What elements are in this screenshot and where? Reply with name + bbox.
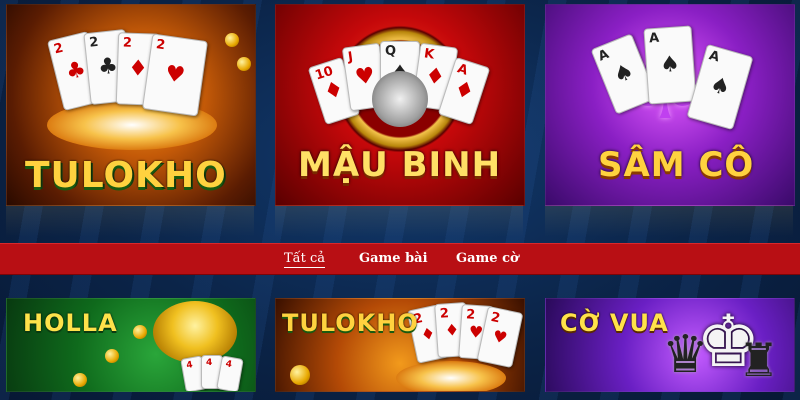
dragon-emblem-icon [372, 71, 428, 127]
coin-icon [225, 33, 239, 47]
game-title: TULOKHO [282, 309, 419, 337]
coin-icon [290, 365, 310, 385]
playing-card-icon: 2 ♥ [141, 33, 209, 117]
chess-rook-icon: ♜ [738, 333, 780, 387]
game-title: CỜ VUA [560, 309, 669, 337]
tile-reflection [275, 205, 523, 237]
coin-icon [105, 349, 119, 363]
tab-card-games[interactable]: Game bài [359, 251, 428, 266]
playing-card-icon: A ♠ [643, 25, 697, 105]
category-filter-bar: Tất cả Game bài Game cờ [0, 243, 800, 275]
gold-pot-icon [153, 301, 237, 363]
game-tile-sam-co[interactable]: ♠ A♠ A♠ A♠ SÂM CÔ [545, 4, 795, 206]
poker-chip-icon [396, 361, 506, 391]
coin-icon [237, 57, 251, 71]
game-tile-mau-binh[interactable]: 10♦ J♥ Q♠ K♦ A♦ MẬU BINH [275, 4, 525, 206]
game-tile-co-vua[interactable]: ♚ ♛ ♜ CỜ VUA [545, 298, 795, 392]
coin-icon [73, 373, 87, 387]
game-title: SÂM CÔ [598, 145, 755, 185]
tile-reflection [6, 205, 254, 237]
game-title: MẬU BINH [298, 145, 502, 185]
game-title: HOLLA [23, 309, 118, 337]
tile-reflection [545, 205, 793, 237]
tab-all[interactable]: Tất cả [284, 251, 326, 268]
game-tile-tulokho-2[interactable]: 2 ♦ 2 ♦ 2 ♥ 2 ♥ TULOKHO [275, 298, 525, 392]
game-title: TULOKHO [25, 155, 227, 196]
game-tile-holla[interactable]: 4 4 4 HOLLA [6, 298, 256, 392]
game-tile-tulokho[interactable]: 2 ♣ 2 ♣ 2 ♦ 2 ♥ TULOKHO [6, 4, 256, 206]
playing-card-icon: 4 [216, 355, 244, 391]
coin-icon [133, 325, 147, 339]
tab-board-games[interactable]: Game cờ [456, 251, 519, 266]
